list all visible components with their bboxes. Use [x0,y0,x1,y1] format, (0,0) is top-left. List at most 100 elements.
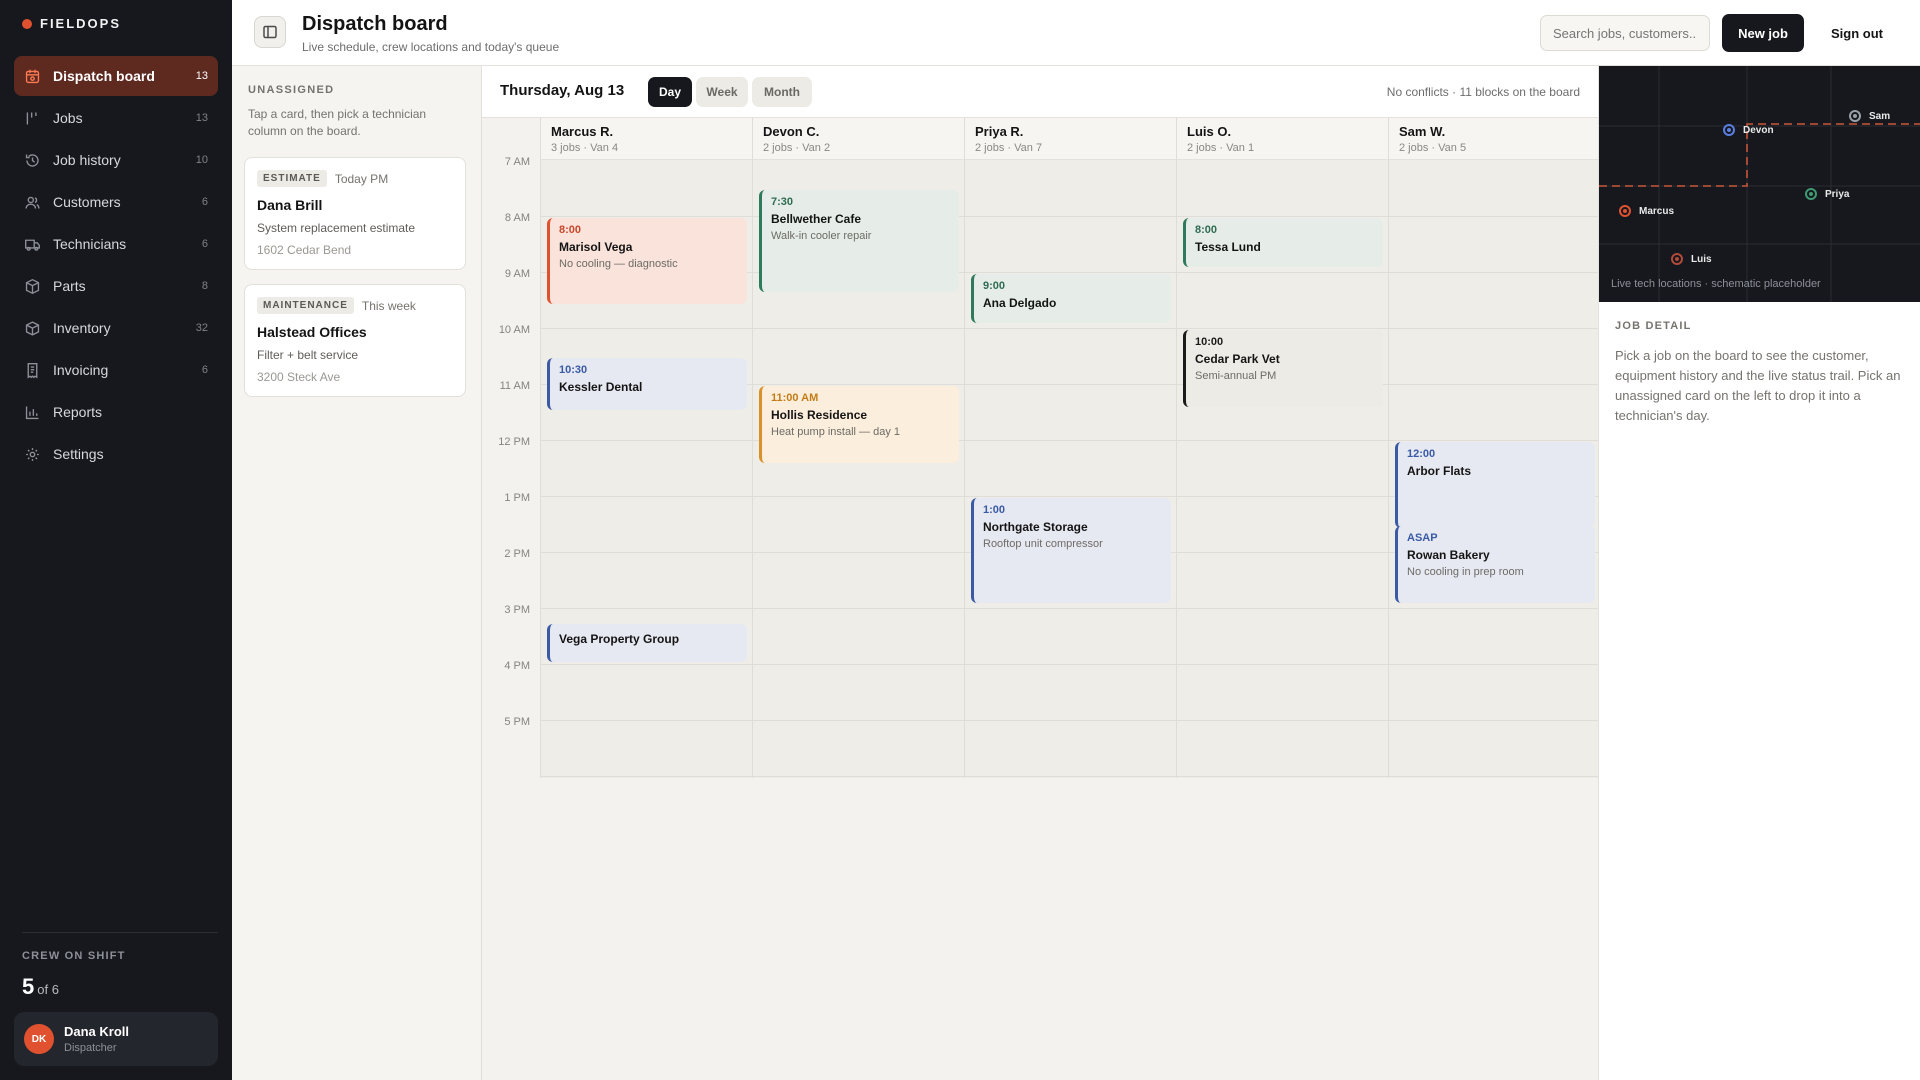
search-input[interactable] [1540,15,1710,51]
job-card[interactable]: ASAP Rowan Bakery No cooling in prep room [1395,526,1595,604]
sidebar-item-label: Parts [53,278,86,294]
sidebar-item-settings[interactable]: Settings [14,434,218,474]
sidebar-item-parts[interactable]: Parts 8 [14,266,218,306]
map-pin-luis[interactable]: Luis [1671,253,1712,265]
map-pin-devon[interactable]: Devon [1723,124,1774,136]
map-pin-sam[interactable]: Sam [1849,110,1890,122]
job-time: ASAP [1407,532,1438,544]
map-pin-priya[interactable]: Priya [1805,188,1849,200]
unassigned-card[interactable]: ESTIMATE Today PM Dana Brill System repl… [244,157,466,270]
column-body[interactable]: 7:30 Bellwether Cafe Walk-in cooler repair… [753,160,964,778]
job-card[interactable]: 8:00 Marisol Vega No cooling — diagnostic [547,218,747,304]
card-description: System replacement estimate [257,221,416,235]
truck-icon [25,239,40,251]
sidebar-item-count: 13 [195,112,208,124]
job-card[interactable]: 10:00 Cedar Park Vet Semi-annual PM [1183,330,1383,408]
technician-column[interactable]: Devon C. 2 jobs · Van 2 7:30 Bellwether Caf… [752,118,964,778]
hour-gridline [965,328,1176,329]
sidebar-item-invoicing[interactable]: Invoicing 6 [14,350,218,390]
pin-icon [1671,253,1683,265]
job-time: 10:00 [1195,336,1224,348]
unassigned-panel: UNASSIGNED Tap a card, then pick a techn… [232,66,482,1080]
hour-gridline [965,664,1176,665]
sidebar-item-count: 6 [201,196,208,208]
job-description: Walk-in cooler repair [771,230,872,242]
view-week-button[interactable]: Week [696,77,748,107]
schedule-grid: 7 AM 8 AM 9 AM 10 AM 11 AM 12 PM 1 PM 2 PM 3 PM 4… [482,118,1600,1080]
dispatch-icon [25,69,40,83]
sidebar-item-reports[interactable]: Reports [14,392,218,432]
job-name: Bellwether Cafe [771,212,862,226]
sidebar-item-label: Customers [53,194,121,210]
technician-column[interactable]: Luis O. 2 jobs · Van 1 8:00 Tessa Lund 10:00… [1176,118,1388,778]
time-label: 4 PM [504,660,530,672]
sidebar-item-count: 10 [195,154,208,166]
job-card[interactable]: 11:00 AM Hollis Residence Heat pump instal… [759,386,959,464]
card-description: Filter + belt service [257,348,359,362]
column-body[interactable]: 8:00 Marisol Vega No cooling — diagnostic 1… [541,160,752,778]
sidebar-item-technicians[interactable]: Technicians 6 [14,224,218,264]
technician-column[interactable]: Priya R. 2 jobs · Van 7 9:00 Ana Delgado 1:0… [964,118,1176,778]
technician-name: Luis O. [1187,124,1232,139]
sidebar: FIELDOPS Dispatch board 13 Jobs 13 Job h… [0,0,232,1080]
hour-gridline [541,552,752,553]
column-body[interactable]: 12:00 Arbor Flats ASAP Rowan Bakery No cooli… [1389,160,1600,778]
unassigned-card[interactable]: MAINTENANCE This week Halstead Offices F… [244,284,466,397]
brand-logo[interactable]: FIELDOPS [22,16,121,31]
job-name: Arbor Flats [1407,464,1472,478]
job-name: Hollis Residence [771,408,868,422]
job-name: Kessler Dental [559,380,643,394]
sidebar-item-customers[interactable]: Customers 6 [14,182,218,222]
sidebar-item-label: Reports [53,404,103,420]
hour-gridline [1389,720,1600,721]
tech-map[interactable]: Sam Devon Priya Marcus Luis Live tech lo… [1599,66,1920,302]
technician-name: Priya R. [975,124,1024,139]
job-name: Cedar Park Vet [1195,352,1280,366]
job-card[interactable]: Vega Property Group [547,624,747,662]
time-label: 2 PM [504,548,530,560]
view-month-button[interactable]: Month [752,77,812,107]
sidebar-item-inventory[interactable]: Inventory 32 [14,308,218,348]
pin-icon [1849,110,1861,122]
user-name: Dana Kroll [64,1024,130,1039]
right-panel: Sam Devon Priya Marcus Luis Live tech lo… [1598,66,1920,1080]
job-card[interactable]: 9:00 Ana Delgado [971,274,1171,324]
avatar: DK [24,1024,54,1054]
time-label: 7 AM [504,156,530,168]
technician-summary: 3 jobs · Van 4 [551,142,619,154]
sidebar-toggle-button[interactable] [254,16,286,48]
user-meta: Dana Kroll Dispatcher [64,1024,129,1054]
hour-gridline [1177,272,1388,273]
job-card[interactable]: 1:00 Northgate Storage Rooftop unit compre… [971,498,1171,604]
card-tag-row: ESTIMATE Today PM [257,170,453,187]
job-detail-body: Pick a job on the board to see the custo… [1615,348,1901,423]
hour-gridline [753,664,964,665]
job-name: Northgate Storage [983,520,1088,534]
chart-icon [25,406,39,419]
hour-gridline [541,440,752,441]
column-header: Marcus R. 3 jobs · Van 4 [541,118,752,160]
job-name: Ana Delgado [983,296,1057,310]
job-card[interactable]: 12:00 Arbor Flats [1395,442,1595,528]
page-subtitle: Live schedule, crew locations and today'… [302,40,560,54]
view-day-button[interactable]: Day [648,77,692,107]
hour-gridline [965,496,1176,497]
technician-column[interactable]: Marcus R. 3 jobs · Van 4 8:00 Marisol Vega N… [540,118,752,778]
pin-icon [1619,205,1631,217]
user-card[interactable]: DK Dana Kroll Dispatcher [14,1012,218,1066]
sidebar-item-jobs[interactable]: Jobs 13 [14,98,218,138]
map-pin-marcus[interactable]: Marcus [1619,205,1674,217]
column-body[interactable]: 8:00 Tessa Lund 10:00 Cedar Park Vet Semi-an… [1177,160,1388,778]
pin-label: Devon [1743,124,1774,136]
sign-out-button[interactable]: Sign out [1816,14,1898,52]
top-header: Dispatch board Live schedule, crew locat… [232,0,1920,66]
job-card[interactable]: 10:30 Kessler Dental [547,358,747,410]
new-job-button[interactable]: New job [1722,14,1804,52]
job-card[interactable]: 8:00 Tessa Lund [1183,218,1383,268]
column-body[interactable]: 9:00 Ana Delgado 1:00 Northgate Storage Roof… [965,160,1176,778]
sidebar-item-dispatch-board[interactable]: Dispatch board 13 [14,56,218,96]
sidebar-item-job-history[interactable]: Job history 10 [14,140,218,180]
hour-gridline [965,776,1176,777]
technician-column[interactable]: Sam W. 2 jobs · Van 5 12:00 Arbor Flats ASAP… [1388,118,1600,778]
job-card[interactable]: 7:30 Bellwether Cafe Walk-in cooler repair [759,190,959,293]
